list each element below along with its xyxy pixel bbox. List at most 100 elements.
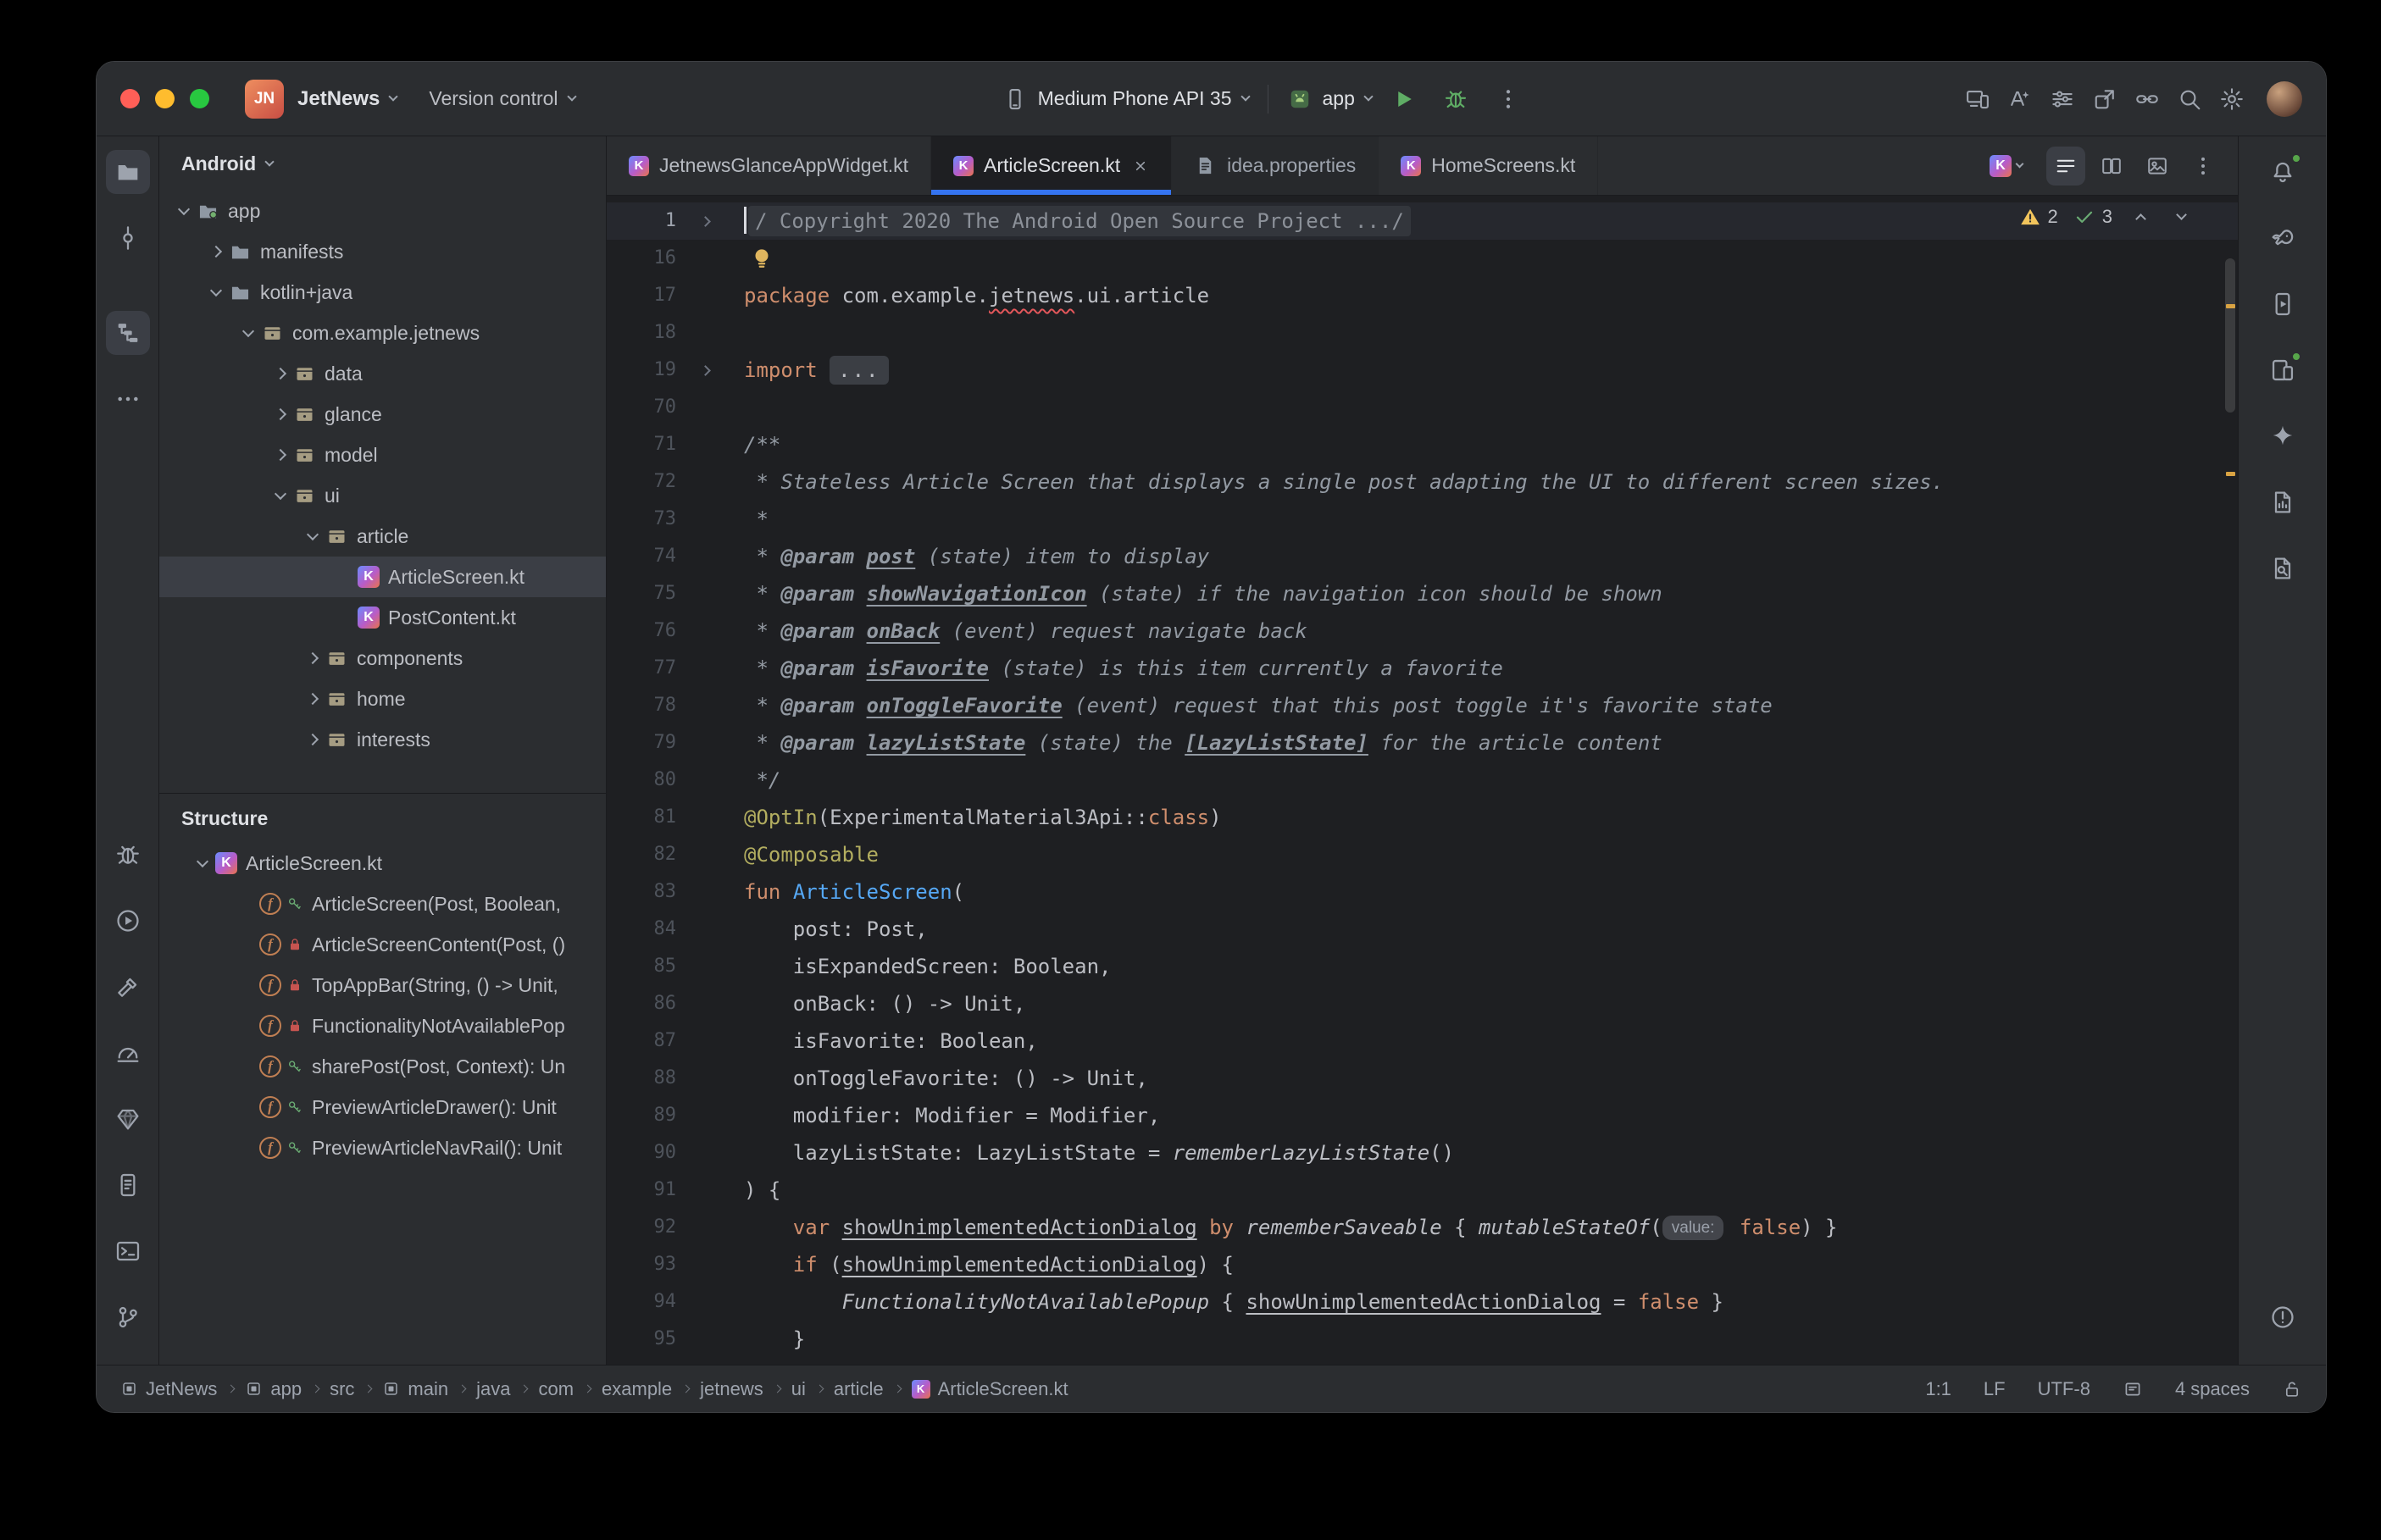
project-tree-item-postcontent-kt[interactable]: KPostContent.kt bbox=[159, 597, 606, 638]
chevron-right-icon[interactable] bbox=[300, 695, 325, 703]
chevron-down-icon[interactable] bbox=[171, 209, 197, 213]
warning-stripe-mark[interactable] bbox=[2226, 472, 2235, 476]
breadcrumb-articlescreen-kt[interactable]: KArticleScreen.kt bbox=[912, 1378, 1068, 1400]
breadcrumb-app[interactable]: app bbox=[245, 1378, 302, 1400]
structure-item-functionalitynotavailablepop[interactable]: fFunctionalityNotAvailablePop bbox=[159, 1005, 606, 1046]
code-line-72[interactable]: 72 * Stateless Article Screen that displ… bbox=[607, 463, 2238, 501]
device-manager-tool-button[interactable] bbox=[2261, 348, 2305, 392]
structure-item-previewarticledrawer-unit[interactable]: fPreviewArticleDrawer(): Unit bbox=[159, 1087, 606, 1127]
structure-root-item[interactable]: KArticleScreen.kt bbox=[159, 843, 606, 884]
structure-item-articlescreen-post-boolean[interactable]: fArticleScreen(Post, Boolean, bbox=[159, 884, 606, 924]
code-line-86[interactable]: 86 onBack: () -> Unit, bbox=[607, 985, 2238, 1022]
previous-problem-button[interactable] bbox=[2128, 204, 2153, 230]
search-button[interactable] bbox=[2168, 78, 2211, 120]
more-run-actions-button[interactable] bbox=[1487, 78, 1529, 120]
code-line-19[interactable]: 19import ... bbox=[607, 352, 2238, 389]
warnings-indicator[interactable]: 2 bbox=[2019, 206, 2058, 228]
terminal-tool-button[interactable] bbox=[106, 1229, 150, 1273]
project-tree-item-articlescreen-kt[interactable]: KArticleScreen.kt bbox=[159, 557, 606, 597]
code-line-89[interactable]: 89 modifier: Modifier = Modifier, bbox=[607, 1097, 2238, 1134]
code-with-me-button[interactable] bbox=[2126, 78, 2168, 120]
debug-button[interactable] bbox=[1435, 78, 1477, 120]
code-line-18[interactable]: 18 bbox=[607, 314, 2238, 352]
code-line-79[interactable]: 79 * @param lazyListState (state) the [L… bbox=[607, 724, 2238, 762]
encoding-widget[interactable]: UTF-8 bbox=[2038, 1378, 2090, 1400]
code-line-91[interactable]: 91) { bbox=[607, 1172, 2238, 1209]
more-horizontal-tool-button[interactable] bbox=[106, 377, 150, 421]
code-line-1[interactable]: 1/ Copyright 2020 The Android Open Sourc… bbox=[607, 202, 2238, 240]
structure-item-previewarticlenavrail-unit[interactable]: fPreviewArticleNavRail(): Unit bbox=[159, 1127, 606, 1168]
gemini-tool-button[interactable] bbox=[2261, 414, 2305, 458]
warning-stripe-mark[interactable] bbox=[2226, 304, 2235, 308]
run-configuration-selector[interactable]: app bbox=[1287, 86, 1372, 112]
passed-indicator[interactable]: 3 bbox=[2073, 206, 2112, 228]
chevron-right-icon[interactable] bbox=[268, 369, 293, 378]
code-line-80[interactable]: 80 */ bbox=[607, 762, 2238, 799]
zoom-window-button[interactable] bbox=[190, 89, 209, 108]
chevron-down-icon[interactable] bbox=[268, 494, 293, 498]
settings-button[interactable] bbox=[2211, 78, 2253, 120]
project-tree-item-glance[interactable]: glance bbox=[159, 394, 606, 435]
gradle-tool-button[interactable] bbox=[2261, 216, 2305, 260]
minimize-window-button[interactable] bbox=[155, 89, 175, 108]
fold-marker-icon[interactable] bbox=[681, 352, 729, 389]
scrollbar-thumb[interactable] bbox=[2225, 258, 2235, 413]
lock-open-icon[interactable] bbox=[2282, 1379, 2302, 1399]
code-view-button[interactable] bbox=[2046, 147, 2085, 186]
structure-item-topappbar-string-unit[interactable]: fTopAppBar(String, () -> Unit, bbox=[159, 965, 606, 1005]
vcs-widget[interactable]: Version control bbox=[397, 87, 574, 110]
code-line-77[interactable]: 77 * @param isFavorite (state) is this i… bbox=[607, 650, 2238, 687]
caret-position-widget[interactable]: 1:1 bbox=[1925, 1378, 1951, 1400]
code-line-76[interactable]: 76 * @param onBack (event) request navig… bbox=[607, 612, 2238, 650]
app-quality-insights-tool-button[interactable] bbox=[2261, 480, 2305, 524]
code-line-71[interactable]: 71/** bbox=[607, 426, 2238, 463]
project-tree-item-interests[interactable]: interests bbox=[159, 719, 606, 760]
chevron-right-icon[interactable] bbox=[268, 451, 293, 459]
code-line-74[interactable]: 74 * @param post (state) item to display bbox=[607, 538, 2238, 575]
intention-bulb-icon[interactable] bbox=[749, 240, 774, 277]
project-tree-item-com-example-jetnews[interactable]: com.example.jetnews bbox=[159, 313, 606, 353]
project-tree-item-app[interactable]: app bbox=[159, 191, 606, 231]
plugins-button[interactable] bbox=[2084, 78, 2126, 120]
chevron-down-icon[interactable] bbox=[203, 291, 229, 295]
chevron-right-icon[interactable] bbox=[300, 654, 325, 662]
indent-style-icon[interactable] bbox=[2123, 1379, 2143, 1399]
editor-options-button[interactable] bbox=[2184, 147, 2223, 186]
code-line-83[interactable]: 83fun ArticleScreen( bbox=[607, 873, 2238, 911]
close-tab-icon[interactable] bbox=[1132, 158, 1149, 174]
hidden-tabs-button[interactable]: K bbox=[1981, 155, 2031, 177]
code-line-70[interactable]: 70 bbox=[607, 389, 2238, 426]
editor-tab-articlescreen-kt[interactable]: KArticleScreen.kt bbox=[931, 136, 1172, 195]
code-line-16[interactable]: 16 bbox=[607, 240, 2238, 277]
ai-assistant-button[interactable] bbox=[1999, 78, 2041, 120]
breadcrumb-java[interactable]: java bbox=[476, 1378, 510, 1400]
run-tool-tool-button[interactable] bbox=[106, 899, 150, 943]
notifications-tool-button[interactable] bbox=[2261, 150, 2305, 194]
project-tree-item-components[interactable]: components bbox=[159, 638, 606, 679]
project-tree-item-kotlin-java[interactable]: kotlin+java bbox=[159, 272, 606, 313]
code-editor[interactable]: 1/ Copyright 2020 The Android Open Sourc… bbox=[607, 196, 2238, 1365]
code-line-90[interactable]: 90 lazyListState: LazyListState = rememb… bbox=[607, 1134, 2238, 1172]
code-line-84[interactable]: 84 post: Post, bbox=[607, 911, 2238, 948]
code-line-75[interactable]: 75 * @param showNavigationIcon (state) i… bbox=[607, 575, 2238, 612]
chevron-right-icon[interactable] bbox=[203, 247, 229, 256]
close-window-button[interactable] bbox=[120, 89, 140, 108]
structure-item-sharepost-post-context-un[interactable]: fsharePost(Post, Context): Un bbox=[159, 1046, 606, 1087]
line-separator-widget[interactable]: LF bbox=[1984, 1378, 2006, 1400]
project-view-selector[interactable]: Android bbox=[159, 136, 606, 191]
profile-avatar[interactable] bbox=[2267, 81, 2302, 117]
structure-tool-button[interactable] bbox=[106, 311, 150, 355]
editor-tab-homescreens-kt[interactable]: KHomeScreens.kt bbox=[1379, 136, 1598, 195]
editor-scrollbar[interactable] bbox=[2223, 196, 2238, 1365]
fold-marker-icon[interactable] bbox=[681, 202, 729, 240]
code-line-93[interactable]: 93 if (showUnimplementedActionDialog) { bbox=[607, 1246, 2238, 1283]
code-line-81[interactable]: 81@OptIn(ExperimentalMaterial3Api::class… bbox=[607, 799, 2238, 836]
device-mirroring-button[interactable] bbox=[1956, 78, 1999, 120]
breadcrumb-example[interactable]: example bbox=[602, 1378, 672, 1400]
project-tool-button[interactable] bbox=[106, 150, 150, 194]
running-devices-tool-button[interactable] bbox=[2261, 282, 2305, 326]
code-line-95[interactable]: 95 } bbox=[607, 1321, 2238, 1358]
structure-item-articlescreencontent-post[interactable]: fArticleScreenContent(Post, () bbox=[159, 924, 606, 965]
project-tree-item-home[interactable]: home bbox=[159, 679, 606, 719]
breadcrumb-ui[interactable]: ui bbox=[791, 1378, 806, 1400]
